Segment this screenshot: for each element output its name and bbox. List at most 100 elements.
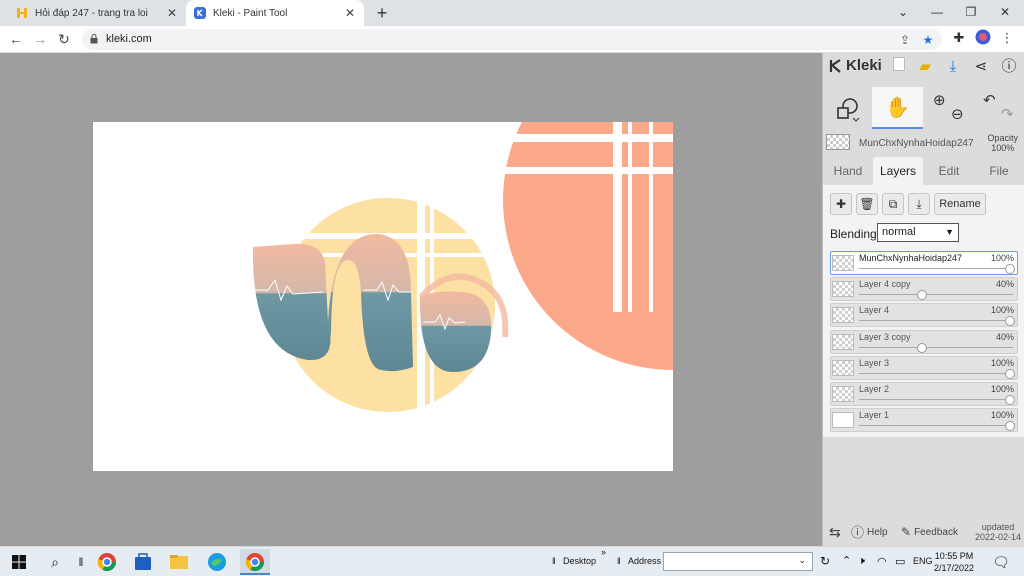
bookmark-star-icon[interactable]: ★	[920, 32, 936, 48]
share-icon[interactable]: ⇪	[897, 32, 913, 48]
new-tab-button[interactable]: +	[372, 3, 392, 23]
battery-icon[interactable]: ▭	[895, 555, 905, 568]
minimize-button[interactable]: —	[920, 0, 954, 24]
lock-icon	[90, 33, 98, 44]
chrome-active-icon[interactable]	[240, 549, 270, 575]
tab-edit[interactable]: Edit	[924, 157, 974, 185]
more-menu-icon[interactable]: ⋮	[998, 29, 1016, 47]
duplicate-layer-button[interactable]: ⧉	[882, 193, 904, 215]
shape-tool-button[interactable]	[823, 87, 871, 129]
slider-knob[interactable]	[917, 342, 928, 353]
hoidap-favicon-icon	[16, 7, 28, 19]
notifications-icon[interactable]: 🗨	[990, 551, 1012, 573]
updated-info: updated 2022-02-14	[975, 522, 1021, 542]
layer-opacity-slider[interactable]	[859, 425, 1013, 427]
task-view-icon[interactable]: ‖	[70, 551, 92, 573]
slider-knob[interactable]	[917, 290, 928, 301]
zoom-in-icon[interactable]: ⊕	[933, 91, 946, 111]
layer-opacity-slider[interactable]	[859, 399, 1013, 400]
help-button[interactable]: ⓘ Help	[851, 519, 888, 546]
tab-layers[interactable]: Layers	[873, 157, 923, 185]
layer-row[interactable]: Layer 3 100%	[830, 355, 1018, 380]
slider-knob[interactable]	[1005, 316, 1015, 327]
layer-opacity-slider[interactable]	[859, 320, 1013, 322]
desktop-toolbar[interactable]: Desktop	[563, 556, 596, 566]
chevron-expand-icon[interactable]: »	[601, 547, 606, 557]
close-icon[interactable]: ✕	[344, 6, 356, 20]
search-icon[interactable]: ⌕	[44, 551, 66, 573]
extensions-puzzle-icon[interactable]: ✚	[950, 29, 968, 47]
kleki-favicon-icon	[194, 7, 206, 19]
help-circle-icon[interactable]: ⓘ	[999, 57, 1019, 77]
layer-opacity: 100%	[990, 410, 1014, 421]
layer-opacity-slider[interactable]	[859, 294, 1013, 296]
close-window-button[interactable]: ✕	[988, 0, 1022, 24]
layer-opacity-slider[interactable]	[859, 372, 1013, 374]
drawing-canvas[interactable]	[93, 122, 673, 471]
opacity-value: 100%	[991, 143, 1015, 153]
rename-button[interactable]: Rename	[934, 193, 986, 215]
address-bar[interactable]: kleki.com ⇪ ★	[82, 29, 942, 50]
blending-select[interactable]: normal ▼	[877, 223, 959, 242]
chevron-down-icon[interactable]: ⌄	[798, 555, 806, 566]
slider-knob[interactable]	[1005, 264, 1015, 274]
go-refresh-icon[interactable]: ↻	[820, 554, 830, 568]
chrome-icon[interactable]	[96, 551, 118, 573]
zoom-out-icon[interactable]: ⊖	[951, 105, 964, 125]
tab-search-chevron-icon[interactable]: ⌄	[886, 0, 920, 24]
layer-name: Layer 3	[859, 357, 890, 368]
new-image-icon[interactable]	[889, 57, 909, 77]
kleki-logo-icon	[829, 58, 841, 73]
file-explorer-icon[interactable]	[168, 551, 190, 573]
merge-layer-button[interactable]: ⤓	[908, 193, 930, 215]
tab-hoidap[interactable]: Hỏi đáp 247 - trang tra loi ✕	[8, 0, 186, 26]
chevron-down-icon: ▼	[945, 227, 954, 237]
layer-name: MunChxNynhaHoidap247	[859, 253, 963, 263]
layer-row[interactable]: Layer 4 copy 40%	[830, 277, 1018, 302]
chevron-up-icon[interactable]: ⌃	[842, 554, 851, 567]
tab-hand[interactable]: Hand	[823, 157, 873, 185]
delete-layer-button[interactable]: 🗑	[856, 193, 878, 215]
restore-button[interactable]: ❐	[954, 0, 988, 24]
forward-button[interactable]: →	[30, 29, 50, 49]
slider-knob[interactable]	[1005, 395, 1015, 405]
swap-sides-icon[interactable]: ⇆	[829, 519, 841, 546]
profile-avatar[interactable]	[974, 29, 992, 47]
close-icon[interactable]: ✕	[166, 6, 178, 20]
slider-knob[interactable]	[1005, 368, 1015, 379]
share-icon[interactable]: ⋖	[971, 57, 991, 77]
tab-kleki[interactable]: Kleki - Paint Tool ✕	[186, 0, 364, 26]
back-button[interactable]: ←	[6, 29, 26, 49]
plus-icon: ✚	[835, 197, 847, 211]
kleki-side-panel: Kleki ▰ ⤓ ⋖ ⓘ ✋ ⊕ ⊖ ↶ ↷ MunChxNynhaHoida…	[822, 53, 1024, 546]
opacity-readout[interactable]: Opacity 100%	[987, 133, 1018, 153]
redo-icon[interactable]: ↷	[1001, 105, 1014, 125]
wifi-icon[interactable]: ◠	[877, 555, 887, 568]
feedback-button[interactable]: ✎ Feedback	[901, 519, 958, 546]
layer-opacity-slider[interactable]	[859, 346, 1013, 348]
edge-icon[interactable]	[206, 551, 228, 573]
undo-icon[interactable]: ↶	[983, 91, 996, 111]
layer-row[interactable]: Layer 4 100%	[830, 303, 1018, 328]
store-icon[interactable]	[132, 551, 154, 573]
windows-start-icon[interactable]	[8, 551, 30, 573]
add-layer-button[interactable]: ✚	[830, 193, 852, 215]
separator-icon: ‖	[617, 556, 621, 566]
open-folder-icon[interactable]: ▰	[915, 57, 935, 77]
taskbar-clock[interactable]: 10:55 PM 2/17/2022	[934, 550, 974, 574]
tab-file[interactable]: File	[974, 157, 1024, 185]
taskbar-address-input[interactable]: ⌄	[663, 552, 813, 571]
blending-label: Blending	[830, 227, 877, 241]
layer-row[interactable]: Layer 2 100%	[830, 382, 1018, 406]
layer-opacity-slider[interactable]	[859, 268, 1013, 269]
canvas-workspace[interactable]	[0, 53, 822, 546]
slider-knob[interactable]	[1005, 421, 1015, 432]
layer-row[interactable]: Layer 3 copy 40%	[830, 329, 1018, 354]
hand-tool-button[interactable]: ✋	[872, 87, 923, 129]
layer-row[interactable]: MunChxNynhaHoidap247 100%	[830, 251, 1018, 275]
volume-icon[interactable]: 🕨	[858, 555, 865, 568]
language-indicator[interactable]: ENG	[913, 556, 933, 566]
layer-row[interactable]: Layer 1 100%	[830, 408, 1018, 433]
download-icon[interactable]: ⤓	[943, 57, 963, 77]
reload-button[interactable]: ↻	[54, 29, 74, 49]
